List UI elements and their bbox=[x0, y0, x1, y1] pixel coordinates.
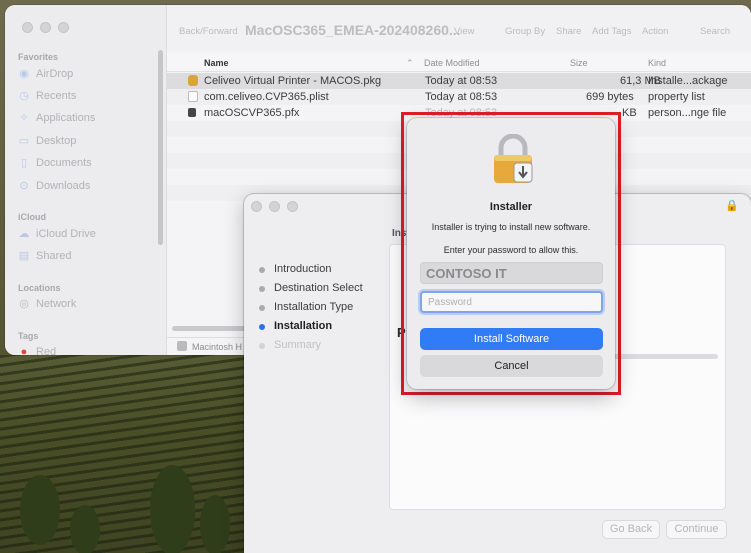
step-destination-select: Destination Select bbox=[259, 281, 363, 300]
column-size[interactable]: Size bbox=[570, 58, 588, 68]
window-title: MacOSC365_EMEA-202408260... bbox=[245, 22, 461, 38]
close-window-button[interactable] bbox=[251, 201, 262, 212]
sidebar-item-label: AirDrop bbox=[36, 68, 74, 80]
column-kind[interactable]: Kind bbox=[648, 58, 666, 68]
dialog-prompt: Enter your password to allow this. bbox=[443, 245, 579, 255]
password-field[interactable] bbox=[420, 291, 603, 313]
sidebar-item-label: Network bbox=[36, 298, 77, 310]
shared-folder-icon: ▤ bbox=[18, 250, 30, 262]
step-installation: Installation bbox=[259, 319, 363, 338]
applications-icon: ✧ bbox=[19, 112, 29, 124]
dialog-title: Installer bbox=[489, 201, 533, 213]
network-icon: ◎ bbox=[19, 298, 29, 310]
file-name: macOSCVP365.pfx bbox=[204, 107, 300, 119]
download-icon: ⊙ bbox=[19, 180, 29, 192]
package-icon bbox=[188, 75, 198, 86]
share-button[interactable]: Share bbox=[556, 26, 581, 37]
zoom-window-button[interactable] bbox=[287, 201, 298, 212]
certificate-file-icon bbox=[188, 108, 196, 117]
install-software-button[interactable]: Install Software bbox=[420, 328, 603, 350]
cloud-icon: ☁ bbox=[18, 228, 30, 240]
sidebar-item-label: Shared bbox=[36, 250, 72, 262]
file-size: 699 bytes bbox=[586, 91, 634, 103]
add-tags-button[interactable]: Add Tags bbox=[592, 26, 631, 37]
group-by-button[interactable]: Group By bbox=[505, 26, 545, 37]
auth-dialog: Installer Installer is trying to install… bbox=[407, 118, 615, 389]
sidebar-item-label: Documents bbox=[36, 157, 92, 169]
sidebar-item-tag-red[interactable]: ● Red bbox=[18, 346, 57, 355]
minimize-window-button[interactable] bbox=[269, 201, 280, 212]
file-size: KB bbox=[622, 107, 637, 119]
sidebar-item-recents[interactable]: ◷ Recents bbox=[18, 90, 76, 102]
sidebar-item-icloud-drive[interactable]: ☁ iCloud Drive bbox=[18, 228, 96, 240]
sidebar-item-documents[interactable]: ▯ Documents bbox=[18, 157, 92, 169]
clock-icon: ◷ bbox=[19, 90, 29, 102]
file-row[interactable]: Celiveo Virtual Printer - MACOS.pkg Toda… bbox=[167, 73, 751, 89]
go-back-button[interactable]: Go Back bbox=[602, 520, 660, 539]
file-date: Today at 08:53 bbox=[425, 91, 498, 103]
step-installation-type: Installation Type bbox=[259, 300, 363, 319]
file-name: com.celiveo.CVP365.plist bbox=[204, 91, 329, 103]
hard-drive-icon bbox=[177, 341, 187, 351]
zoom-window-button[interactable] bbox=[58, 22, 69, 33]
document-icon: ▯ bbox=[20, 157, 28, 169]
action-button[interactable]: Action bbox=[642, 26, 668, 37]
column-header: Name ⌃ Date Modified Size Kind bbox=[167, 53, 751, 72]
sidebar-heading-favorites: Favorites bbox=[18, 52, 59, 62]
file-kind: Installe...ackage bbox=[648, 75, 728, 87]
continue-button[interactable]: Continue bbox=[666, 520, 727, 539]
desktop-icon: ▭ bbox=[18, 135, 30, 147]
username-field[interactable]: CONTOSO IT bbox=[420, 262, 603, 284]
sidebar-heading-tags: Tags bbox=[18, 331, 39, 341]
step-summary: Summary bbox=[259, 338, 363, 357]
sidebar-item-label: Applications bbox=[36, 112, 96, 124]
sidebar-item-label: Red bbox=[36, 346, 57, 355]
installer-steps: Introduction Destination Select Installa… bbox=[259, 262, 363, 357]
sidebar-item-network[interactable]: ◎ Network bbox=[18, 298, 76, 310]
sidebar-item-shared[interactable]: ▤ Shared bbox=[18, 250, 72, 262]
view-button[interactable]: View bbox=[454, 26, 474, 37]
minimize-window-button[interactable] bbox=[40, 22, 51, 33]
close-window-button[interactable] bbox=[22, 22, 33, 33]
window-controls bbox=[251, 201, 298, 212]
file-date: Today at 08:53 bbox=[425, 75, 498, 87]
file-row[interactable]: com.celiveo.CVP365.plist Today at 08:53 … bbox=[167, 89, 751, 105]
sidebar-item-label: Downloads bbox=[36, 180, 91, 192]
lock-installer-icon bbox=[494, 134, 533, 183]
plist-file-icon bbox=[188, 91, 198, 102]
airdrop-icon: ◉ bbox=[19, 68, 29, 80]
sidebar-item-downloads[interactable]: ⊙ Downloads bbox=[18, 180, 90, 192]
dialog-message: Installer is trying to install new softw… bbox=[431, 222, 591, 232]
file-kind: property list bbox=[648, 91, 705, 103]
sidebar-scrollbar[interactable] bbox=[158, 50, 163, 245]
lock-icon: 🔒 bbox=[725, 200, 739, 212]
red-tag-icon: ● bbox=[20, 346, 28, 355]
file-name: Celiveo Virtual Printer - MACOS.pkg bbox=[204, 75, 382, 87]
sidebar-heading-locations: Locations bbox=[18, 283, 61, 293]
finder-toolbar: Back/Forward MacOSC365_EMEA-202408260...… bbox=[167, 5, 751, 51]
sidebar-item-desktop[interactable]: ▭ Desktop bbox=[18, 135, 77, 147]
back-forward-button[interactable]: Back/Forward bbox=[179, 26, 238, 37]
cancel-button[interactable]: Cancel bbox=[420, 355, 603, 377]
search-button[interactable]: Search bbox=[700, 26, 730, 37]
column-date-modified[interactable]: Date Modified bbox=[424, 58, 480, 68]
sort-chevron-icon: ⌃ bbox=[406, 58, 414, 68]
sidebar-heading-icloud: iCloud bbox=[18, 212, 46, 222]
step-introduction: Introduction bbox=[259, 262, 363, 281]
sidebar-item-label: Desktop bbox=[36, 135, 77, 147]
column-name[interactable]: Name bbox=[204, 58, 229, 68]
finder-sidebar: Favorites ◉ AirDrop ◷ Recents ✧ Applicat… bbox=[5, 5, 167, 355]
sidebar-item-airdrop[interactable]: ◉ AirDrop bbox=[18, 68, 73, 80]
sidebar-item-label: iCloud Drive bbox=[36, 228, 96, 240]
window-controls bbox=[22, 22, 69, 33]
path-item[interactable]: Macintosh H bbox=[192, 342, 242, 352]
sidebar-item-label: Recents bbox=[36, 90, 77, 102]
file-kind: person...nge file bbox=[648, 107, 727, 119]
sidebar-item-applications[interactable]: ✧ Applications bbox=[18, 112, 95, 124]
